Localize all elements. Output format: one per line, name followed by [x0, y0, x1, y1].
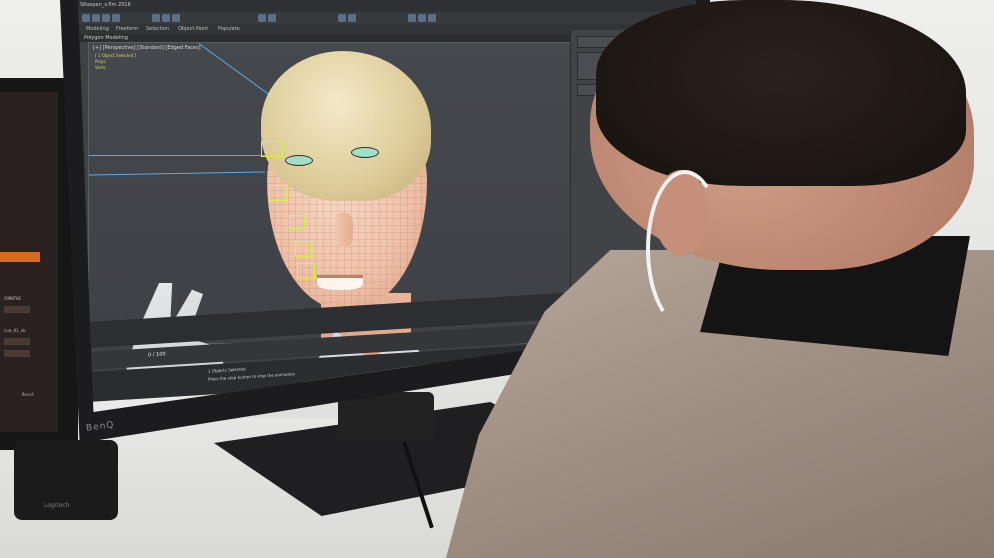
viewport-verts-info: Verts:	[95, 65, 107, 70]
rig-control-box[interactable]	[295, 241, 311, 257]
right-eye	[351, 147, 379, 158]
viewport-label[interactable]: [+] [Perspective] [Standard] [Edged Face…	[93, 45, 201, 51]
left-monitor-screen: CNMNTHE zum_01_ob Reset	[0, 92, 58, 432]
guide-line	[89, 155, 279, 156]
frame-counter: 0 / 100	[148, 351, 166, 359]
rig-control-box[interactable]	[297, 263, 315, 279]
left-accent-bar	[0, 252, 40, 262]
tab-freeform[interactable]: Freeform	[116, 26, 138, 32]
character-mouth	[317, 275, 363, 290]
snap-icon[interactable]	[258, 14, 266, 22]
tab-modeling[interactable]: Modeling	[86, 26, 109, 32]
tab-object-paint[interactable]: Object Paint	[178, 26, 208, 32]
left-field[interactable]	[4, 350, 30, 357]
character-hair	[261, 51, 431, 201]
scale-icon[interactable]	[172, 14, 180, 22]
rig-control-box[interactable]	[289, 215, 305, 229]
rig-control-box[interactable]	[261, 141, 283, 157]
link-icon[interactable]	[102, 14, 110, 22]
left-field[interactable]	[4, 306, 30, 313]
undo-icon[interactable]	[82, 14, 90, 22]
left-reset-label[interactable]: Reset	[22, 392, 34, 397]
app-menubar: SKoepen_v.flm 2016	[78, 0, 696, 12]
render-icon[interactable]	[428, 14, 436, 22]
character-nose	[335, 213, 353, 247]
left-eye	[285, 155, 313, 166]
viewport-selection-info: [ 1 Object Selected ]	[95, 53, 137, 58]
status-text: 1 Objects Selected	[208, 366, 246, 374]
angle-snap-icon[interactable]	[268, 14, 276, 22]
left-label: zum_01_ob	[4, 328, 26, 333]
rig-control-box[interactable]	[269, 185, 287, 201]
document-title: SKoepen_v.flm 2016	[80, 2, 131, 8]
left-label: CNMNTHE	[4, 296, 21, 301]
guide-line	[89, 171, 265, 176]
align-icon[interactable]	[348, 14, 356, 22]
tab-populate[interactable]: Populate	[218, 26, 240, 32]
man-hair	[596, 0, 966, 186]
select-icon[interactable]	[112, 14, 120, 22]
rotate-icon[interactable]	[162, 14, 170, 22]
move-icon[interactable]	[152, 14, 160, 22]
tab-selection[interactable]: Selection	[146, 26, 169, 32]
face-mask-strap	[646, 170, 724, 328]
material-editor-icon[interactable]	[408, 14, 416, 22]
mirror-icon[interactable]	[338, 14, 346, 22]
left-field[interactable]	[4, 338, 30, 345]
redo-icon[interactable]	[92, 14, 100, 22]
ribbon-panel-label: Polygon Modeling	[84, 35, 128, 41]
render-setup-icon[interactable]	[418, 14, 426, 22]
prompt-text: Press the stop button to stop the animat…	[208, 371, 296, 382]
speaker-logo: Logitech	[44, 502, 70, 509]
viewport-polys-info: Polys:	[95, 59, 107, 64]
